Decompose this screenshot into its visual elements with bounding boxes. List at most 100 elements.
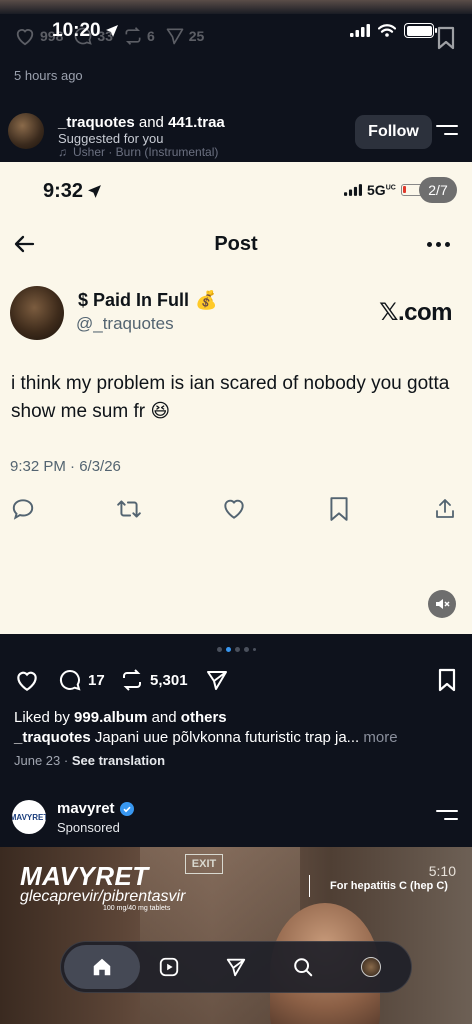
caption-text: Japani uue põlvkonna futuristic trap ja.…: [94, 729, 360, 746]
music-note-icon: ♫: [58, 145, 67, 159]
carousel-dot: [252, 648, 256, 651]
liked-prefix: Liked by: [14, 709, 70, 726]
follow-button[interactable]: Follow: [355, 115, 432, 149]
embedded-header-title: Post: [214, 233, 258, 255]
search-icon: [294, 958, 313, 977]
embedded-status-indicators: 5GUC: [344, 182, 423, 198]
bookmark-icon: [438, 668, 456, 692]
like-heart-icon: [221, 496, 247, 522]
bookmark-icon: [328, 496, 350, 522]
repost-button[interactable]: 5,301: [120, 668, 188, 692]
sponsor-avatar[interactable]: MAVYRET: [12, 800, 46, 834]
wifi-icon: [378, 24, 396, 37]
post-date: June 23: [14, 753, 61, 768]
ad-generic-name: glecaprevir/pibrentasvir: [20, 888, 186, 905]
previous-media-edge: [0, 0, 472, 14]
profile-avatar: [361, 957, 381, 977]
ad-dose: 100 mg/40 mg tablets: [103, 905, 171, 912]
music-attribution[interactable]: ♫ Usher · Burn (Instrumental): [58, 145, 218, 159]
display-name-text: $ Paid In Full: [78, 290, 190, 310]
send-icon: [166, 28, 184, 45]
embedded-display-name: $ Paid In Full 💰: [78, 290, 217, 311]
reply-icon: [10, 496, 36, 522]
cellular-signal-icon: [350, 24, 370, 37]
suggested-account-2[interactable]: 441.traa: [168, 114, 225, 131]
post-caption: _traquotes Japani uue põlvkonna futurist…: [14, 729, 398, 746]
caption-username[interactable]: _traquotes: [14, 729, 91, 746]
more-options-icon: [427, 242, 450, 247]
speaker-muted-icon: [436, 599, 450, 609]
post-media-card[interactable]: 9:32 5GUC 2/7 Post $ Paid In Full 💰 @_tr…: [0, 162, 472, 634]
tab-profile[interactable]: [351, 942, 391, 992]
previous-bookmark-icon[interactable]: [436, 26, 456, 50]
reels-icon: [159, 957, 179, 977]
carousel-page-indicator: 2/7: [419, 177, 457, 203]
sponsor-account: mavyret: [57, 800, 115, 817]
bottom-tab-bar: [60, 941, 412, 993]
money-bag-emoji: 💰: [195, 290, 218, 310]
caption-more-link[interactable]: more: [363, 729, 397, 746]
home-icon: [93, 958, 111, 976]
previous-share-count: 25: [188, 28, 205, 44]
status-bar-time: 10:20: [52, 20, 119, 42]
liked-user[interactable]: 999.album: [74, 709, 147, 726]
location-arrow-icon: [88, 185, 101, 198]
and-text: and: [138, 114, 164, 131]
comment-icon: [59, 669, 81, 691]
location-arrow-icon: [105, 25, 118, 37]
suggested-account-1[interactable]: _traquotes: [58, 114, 135, 131]
tab-direct[interactable]: [216, 942, 256, 992]
heart-icon: [16, 29, 34, 46]
ad-video[interactable]: EXIT MAVYRET glecaprevir/pibrentasvir 10…: [0, 847, 472, 1024]
embedded-action-row: [10, 496, 462, 522]
carousel-dot: [243, 647, 249, 652]
send-icon: [226, 958, 246, 977]
comment-button[interactable]: 17: [58, 668, 105, 692]
save-button[interactable]: [436, 668, 458, 692]
tab-home[interactable]: [82, 942, 122, 992]
carousel-dots: [0, 647, 472, 652]
suggested-accounts: _traquotes and 441.traa: [58, 114, 225, 131]
ad-indication: For hepatitis C (hep C): [330, 880, 448, 892]
suggested-label: Suggested for you: [58, 131, 164, 146]
cellular-signal-icon: [344, 184, 362, 196]
previous-repost-count: 6: [146, 28, 155, 44]
x-com-watermark: 𝕏.com: [379, 299, 452, 326]
battery-icon: [404, 23, 437, 38]
status-bar-indicators: [350, 23, 437, 38]
embedded-author-avatar: [10, 286, 64, 340]
liked-others[interactable]: others: [181, 709, 227, 726]
repost-icon: [125, 27, 141, 45]
comment-count: 17: [88, 671, 105, 689]
sponsor-avatar-logo: MAVYRET: [12, 812, 46, 822]
embedded-post-text: i think my problem is ian scared of nobo…: [11, 373, 450, 422]
liked-by-line[interactable]: Liked by 999.album and others: [14, 709, 227, 726]
mute-toggle[interactable]: [428, 590, 456, 618]
verified-badge-icon: [119, 801, 134, 816]
see-translation-link[interactable]: See translation: [72, 753, 165, 768]
repost-icon: [123, 669, 141, 691]
post-action-bar: 17 5,301: [14, 668, 460, 696]
network-type: 5GUC: [367, 182, 396, 198]
tab-search[interactable]: [283, 942, 323, 992]
music-title: Usher · Burn (Instrumental): [73, 145, 219, 159]
send-icon: [207, 671, 227, 690]
previous-share[interactable]: 25: [165, 26, 205, 46]
embedded-status-time: 9:32: [43, 180, 102, 203]
embedded-timestamp: 9:32 PM · 6/3/26: [10, 458, 121, 475]
embedded-handle: @_traquotes: [76, 314, 174, 333]
suggested-post-header: _traquotes and 441.traa Suggested for yo…: [8, 110, 472, 162]
sponsor-name[interactable]: mavyret: [57, 800, 134, 817]
tab-reels[interactable]: [149, 942, 189, 992]
previous-repost[interactable]: 6: [123, 26, 155, 46]
suggested-avatar[interactable]: [8, 113, 44, 149]
like-button[interactable]: [14, 668, 40, 692]
post-meta: June 23 · See translation: [14, 753, 166, 768]
post-options-icon[interactable]: [436, 125, 458, 141]
status-time-text: 10:20: [52, 20, 101, 41]
carousel-dot-active: [225, 647, 231, 652]
share-button[interactable]: [204, 668, 230, 692]
ad-options-icon[interactable]: [436, 810, 458, 826]
carousel-dot: [216, 647, 222, 652]
previous-post-time: 5 hours ago: [14, 68, 83, 83]
